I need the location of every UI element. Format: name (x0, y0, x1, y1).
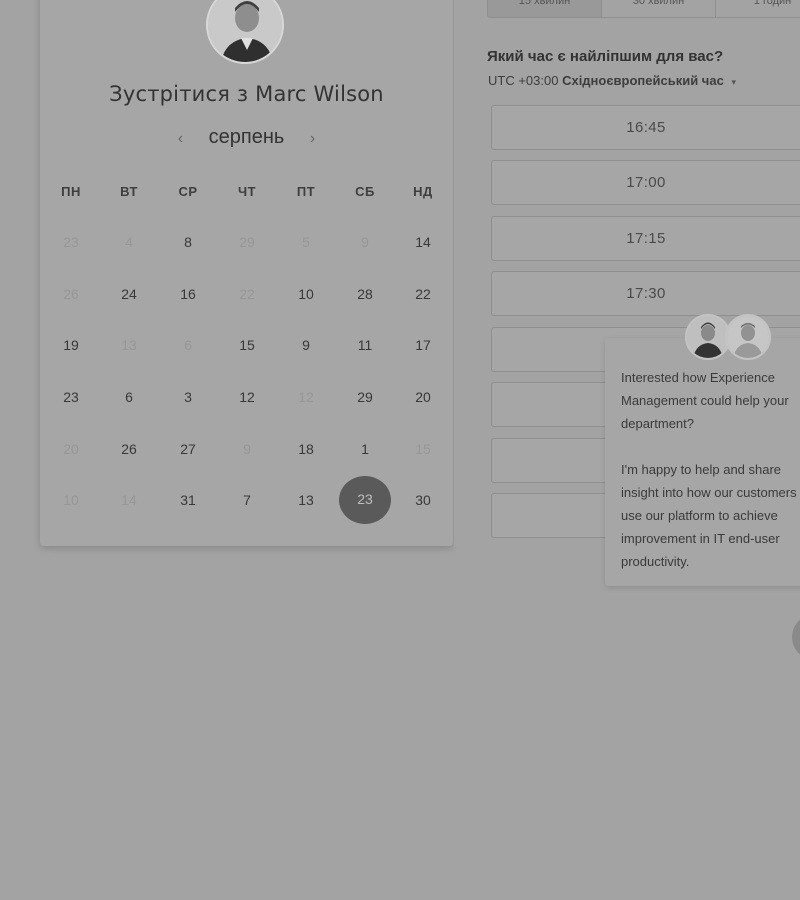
timezone-offset: UTC +03:00 (488, 73, 559, 88)
time-slot-button[interactable]: 17:30 (491, 271, 800, 316)
calendar-day[interactable]: 17 (398, 322, 448, 368)
calendar-day: 14 (121, 492, 137, 508)
calendar-day: 12 (298, 389, 314, 405)
calendar-day: 22 (239, 286, 255, 302)
calendar-day[interactable]: 6 (104, 374, 154, 420)
calendar-day[interactable]: 1 (340, 426, 390, 472)
chat-paragraph: I'm happy to help and share insight into… (621, 462, 797, 569)
calendar-day: 10 (63, 492, 79, 508)
calendar-day[interactable]: 13 (281, 477, 331, 523)
selected-day[interactable]: 23 (339, 476, 391, 524)
tab-30-min[interactable]: 30 хвилин (602, 0, 716, 17)
weekday-label: ПН (61, 184, 81, 199)
calendar-day[interactable]: 31 (163, 477, 213, 523)
calendar-day[interactable]: 27 (163, 426, 213, 472)
weekday-label: ПТ (296, 184, 316, 199)
calendar-day[interactable]: 7 (222, 477, 272, 523)
calendar-day: 4 (125, 234, 133, 250)
calendar-day[interactable]: 26 (104, 426, 154, 472)
timezone-name: Східноєвропейський час (562, 73, 724, 88)
calendar-day[interactable]: 14 (398, 219, 448, 265)
weekday-label: ВТ (120, 184, 138, 199)
calendar-day[interactable]: 18 (281, 426, 331, 472)
calendar-day[interactable]: 20 (398, 374, 448, 420)
calendar-day[interactable]: 28 (340, 271, 390, 317)
calendar-day[interactable]: 9 (281, 322, 331, 368)
calendar-day: 13 (121, 337, 137, 353)
calendar-day: 9 (361, 234, 369, 250)
calendar-day: 15 (415, 441, 431, 457)
calendar-day[interactable]: 29 (340, 374, 390, 420)
meeting-title: Зустрітися з Marc Wilson (109, 82, 384, 106)
agent-avatar (725, 314, 771, 360)
time-slot-button[interactable]: 16:45 (491, 105, 800, 150)
month-label: серпень (208, 126, 285, 148)
time-question: Який час є найліпшим для вас? (487, 48, 724, 65)
calendar-day[interactable]: 23 (46, 374, 96, 420)
weekday-label: НД (413, 184, 433, 199)
month-navigation: ‹ серпень › (40, 126, 453, 149)
calendar-day[interactable]: 30 (398, 477, 448, 523)
calendar-day[interactable]: 3 (163, 374, 213, 420)
chat-agent-avatars (685, 314, 775, 362)
calendar-day[interactable]: 19 (46, 322, 96, 368)
tab-1-hour[interactable]: 1 годин (716, 0, 800, 17)
duration-tabs: 15 хвилин 30 хвилин 1 годин (487, 0, 800, 18)
calendar-day: 6 (184, 337, 192, 353)
next-month-icon[interactable]: › (310, 130, 315, 147)
tab-15-min[interactable]: 15 хвилин (488, 0, 602, 17)
calendar-day[interactable]: 15 (222, 322, 272, 368)
weekday-label: ЧТ (237, 184, 257, 199)
calendar-day: 5 (302, 234, 310, 250)
calendar-day[interactable]: 11 (340, 322, 390, 368)
calendar-day: 26 (63, 286, 79, 302)
timezone-selector[interactable]: UTC +03:00 Східноєвропейський час ▾ (488, 73, 736, 88)
calendar-day[interactable]: 22 (398, 271, 448, 317)
calendar-day[interactable]: 8 (163, 219, 213, 265)
chevron-down-icon: ▾ (731, 77, 736, 87)
calendar-day[interactable]: 24 (104, 271, 154, 317)
prev-month-icon[interactable]: ‹ (178, 130, 183, 147)
weekday-label: СБ (355, 184, 375, 199)
chat-launcher-button[interactable] (792, 614, 800, 660)
chat-message: Interested how Experience Management cou… (621, 366, 800, 596)
calendar-day: 29 (239, 234, 255, 250)
calendar-day[interactable]: 10 (281, 271, 331, 317)
weekday-label: СР (178, 184, 198, 199)
calendar-day: 20 (63, 441, 79, 457)
calendar-day[interactable]: 12 (222, 374, 272, 420)
time-slot-button[interactable]: 17:00 (491, 160, 800, 205)
calendar-day: 23 (63, 234, 79, 250)
calendar-day: 9 (243, 441, 251, 457)
time-slot-button[interactable]: 17:15 (491, 216, 800, 261)
calendar-day[interactable]: 16 (163, 271, 213, 317)
chat-paragraph: Interested how Experience Management cou… (621, 370, 789, 431)
